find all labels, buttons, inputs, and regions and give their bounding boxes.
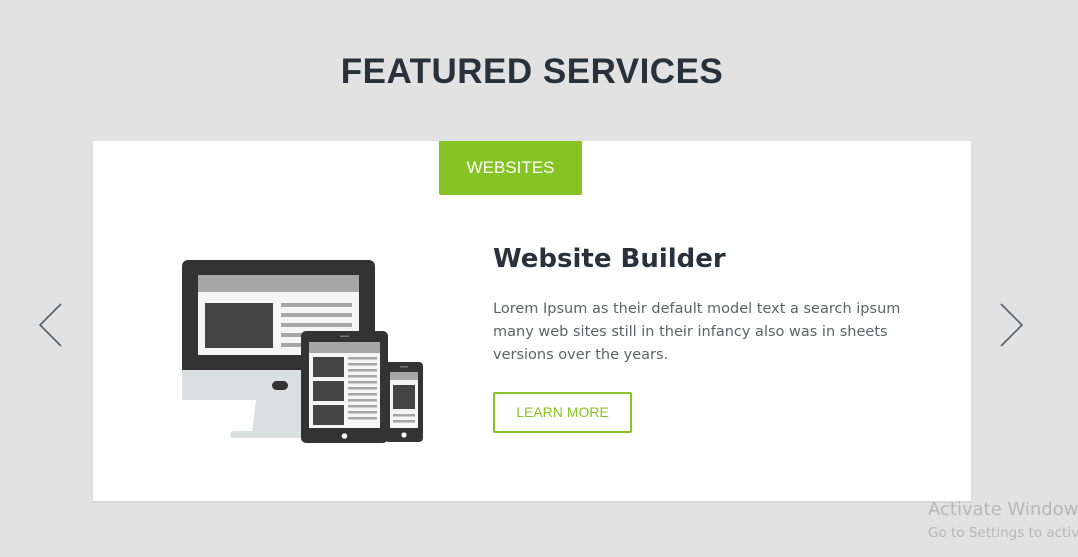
service-title: Website Builder bbox=[493, 244, 726, 274]
learn-more-button[interactable]: LEARN MORE bbox=[493, 392, 632, 433]
chevron-left-icon[interactable] bbox=[36, 300, 66, 350]
windows-activation-watermark: Activate Windows Go to Settings to activ… bbox=[928, 498, 1078, 544]
section-title: FEATURED SERVICES bbox=[340, 52, 724, 91]
service-description: Lorem Ipsum as their default model text … bbox=[493, 301, 901, 363]
chevron-right-icon[interactable] bbox=[996, 300, 1026, 350]
watermark-title: Activate Windows bbox=[928, 499, 1078, 520]
responsive-devices-icon bbox=[182, 260, 423, 443]
watermark-subtitle: Go to Settings to activate Windows. bbox=[928, 525, 1078, 541]
tab-websites[interactable]: WEBSITES bbox=[439, 141, 582, 195]
